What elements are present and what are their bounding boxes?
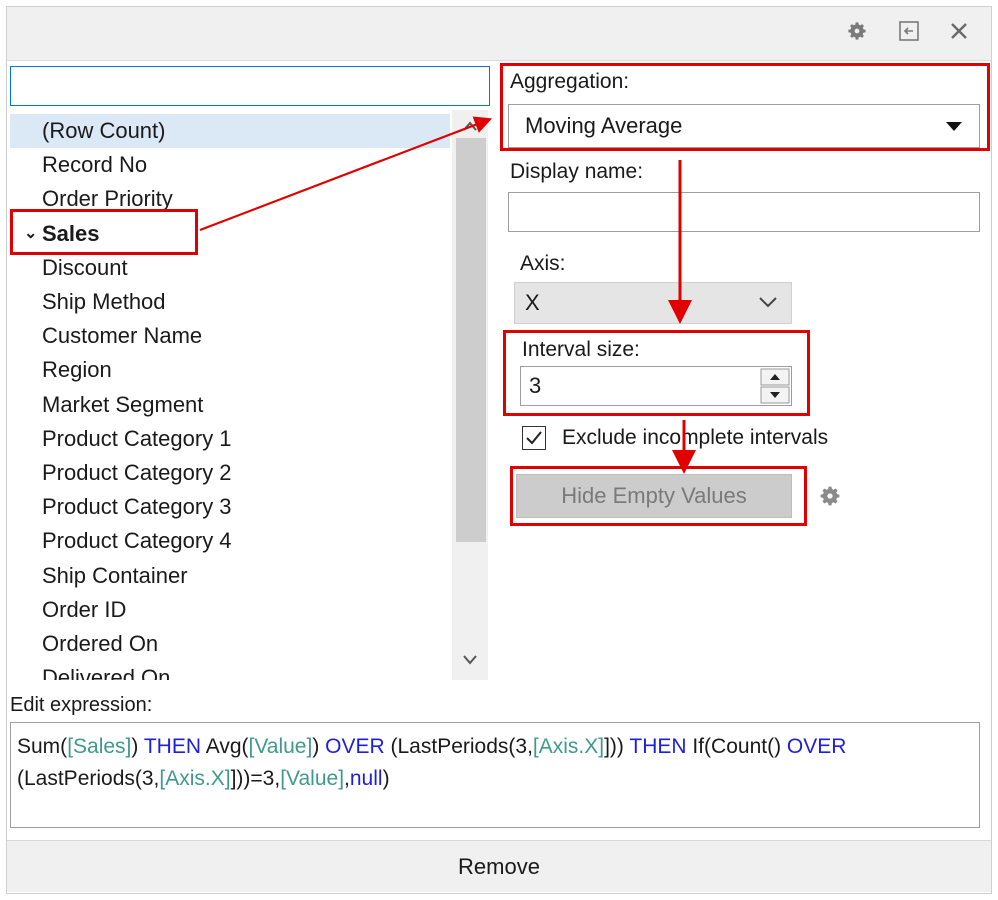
column-list-item-label: (Row Count)	[42, 118, 166, 143]
close-icon	[951, 23, 967, 39]
hide-empty-settings-button[interactable]	[818, 484, 844, 510]
annotation-box-aggregation	[500, 63, 990, 151]
column-list-item-label: Product Category 1	[42, 425, 232, 451]
chevron-down-icon	[463, 655, 477, 665]
close-button[interactable]	[944, 14, 974, 48]
settings-button[interactable]	[842, 14, 872, 48]
column-list-item-label: Product Category 3	[42, 494, 232, 520]
expression-token: Sum(	[17, 735, 68, 758]
expression-token: (LastPeriods(3,	[17, 767, 160, 790]
expression-token: [Axis.X]	[159, 767, 231, 790]
expression-token: Avg(	[201, 735, 249, 758]
column-list-item[interactable]: Ship Container	[10, 559, 450, 593]
expression-token: OVER	[786, 735, 847, 758]
column-list-item[interactable]: Delivered On	[10, 661, 450, 680]
column-list-item[interactable]: Region	[10, 353, 450, 387]
column-list-item[interactable]: Customer Name	[10, 319, 450, 353]
dock-icon	[899, 21, 919, 41]
chevron-down-icon	[759, 297, 777, 308]
exclude-incomplete-label: Exclude incomplete intervals	[562, 426, 829, 449]
annotation-box-sales	[10, 209, 198, 255]
display-name-label: Display name:	[510, 160, 644, 183]
list-scrollbar-thumb[interactable]	[456, 138, 486, 542]
display-name-input[interactable]	[508, 192, 980, 232]
column-list-item-label: Ship Method	[42, 289, 166, 314]
column-list-item-label: Region	[42, 357, 112, 383]
column-list-item-label: Ship Container	[42, 562, 188, 588]
column-list-item[interactable]: Discount	[10, 251, 450, 285]
column-list-item-label: Market Segment	[42, 391, 204, 417]
expression-token: (LastPeriods(3,	[384, 735, 533, 758]
remove-button[interactable]: Remove	[7, 840, 991, 892]
gear-icon	[848, 22, 866, 40]
expression-editor[interactable]: Sum([Sales]) THEN Avg([Value]) OVER (Las…	[10, 722, 980, 828]
column-list-item[interactable]: Product Category 2	[10, 456, 450, 490]
column-list-item[interactable]: Product Category 1	[10, 422, 450, 456]
expression-token: )	[312, 735, 326, 758]
column-list-item-label: Record No	[42, 152, 148, 178]
expression-token: )	[382, 767, 390, 790]
expression-token: THEN	[143, 735, 202, 758]
expression-token: [Sales]	[67, 735, 132, 758]
expression-token: THEN	[629, 735, 687, 758]
axis-value: X	[525, 290, 540, 315]
column-list-item-label: Product Category 2	[42, 460, 232, 485]
expression-token: )	[131, 735, 144, 758]
exclude-incomplete-checkbox[interactable]	[522, 426, 546, 450]
checkmark-icon	[526, 431, 542, 445]
scroll-up-button[interactable]	[452, 114, 488, 138]
expression-token: If(Count()	[686, 735, 787, 758]
column-list-item-label: Product Category 4	[42, 528, 232, 554]
column-list-item-label: Discount	[42, 254, 128, 280]
column-list-item[interactable]: Product Category 3	[10, 490, 450, 524]
column-list-item-label: Ordered On	[42, 631, 159, 656]
column-list-item-label: Order Priority	[42, 186, 173, 212]
column-list-item[interactable]: Product Category 4	[10, 524, 450, 558]
column-search-input[interactable]	[10, 66, 490, 106]
column-list-item[interactable]: Order ID	[10, 593, 450, 627]
column-list-item[interactable]: (Row Count)	[10, 114, 450, 148]
gear-icon	[820, 486, 840, 506]
column-list-item-label: Delivered On	[42, 665, 171, 680]
column-list: (Row Count) Record No Order Priority ⌄ Sales…	[10, 110, 490, 680]
expression-token: OVER	[325, 735, 385, 758]
dock-button[interactable]	[894, 14, 924, 48]
expression-token: [Axis.X]	[532, 735, 605, 758]
expression-token: [Value]	[280, 767, 345, 790]
chevron-up-icon	[463, 121, 477, 131]
column-list-item-label: Order ID	[42, 596, 127, 622]
axis-label: Axis:	[520, 252, 566, 275]
axis-dropdown[interactable]: X	[514, 282, 792, 324]
annotation-box-hide-empty	[510, 466, 807, 526]
annotation-box-interval	[503, 330, 810, 416]
column-list-item[interactable]: Ordered On	[10, 627, 450, 661]
column-list-item-label: Customer Name	[42, 323, 203, 349]
scroll-down-button[interactable]	[452, 646, 488, 674]
column-list-item[interactable]: Ship Method	[10, 285, 450, 319]
expression-token: [Value]	[248, 735, 313, 758]
remove-label: Remove	[458, 853, 540, 879]
expression-token: null	[349, 767, 383, 790]
expression-token: ]))	[604, 735, 630, 758]
expression-token: ]))=3,	[230, 767, 281, 790]
edit-expression-label: Edit expression:	[10, 694, 153, 716]
column-list-item[interactable]: Record No	[10, 148, 450, 182]
column-list-item[interactable]: Market Segment	[10, 388, 450, 422]
